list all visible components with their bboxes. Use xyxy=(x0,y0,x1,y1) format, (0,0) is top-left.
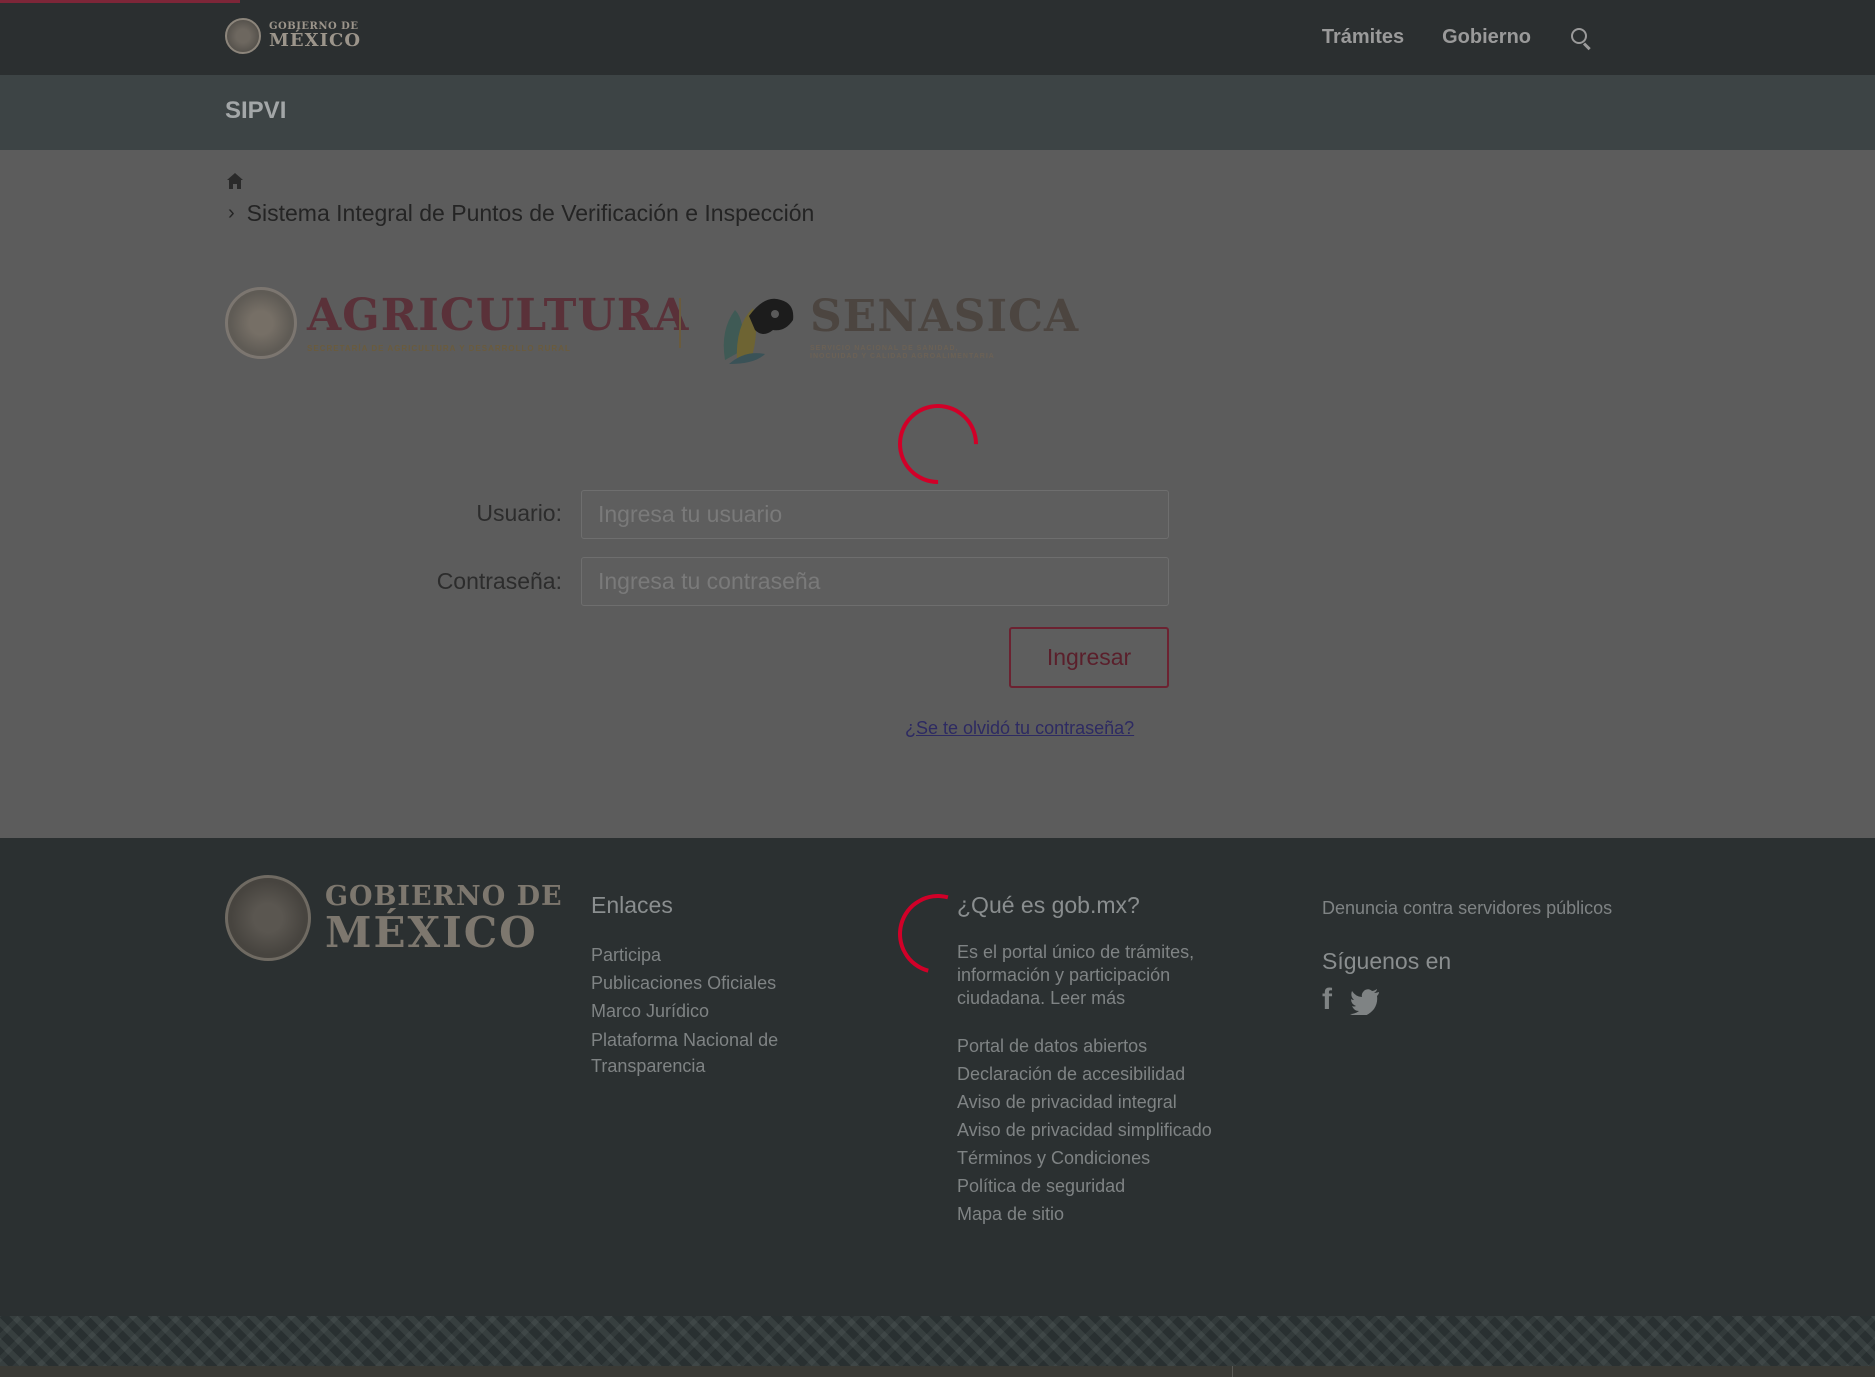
forgot-password-link[interactable]: ¿Se te olvidó tu contraseña? xyxy=(905,718,1134,739)
footer-link-mapa-sitio[interactable]: Mapa de sitio xyxy=(957,1200,1247,1228)
chevron-right-icon: › xyxy=(228,202,235,224)
social-links xyxy=(1322,983,1612,1017)
home-icon[interactable] xyxy=(226,172,244,190)
logo-divider xyxy=(679,298,681,348)
footer-pattern xyxy=(0,1316,1875,1366)
siguenos-heading: Síguenos en xyxy=(1322,948,1452,974)
logo-line-2: MÉXICO xyxy=(269,30,362,51)
site-subheader: SIPVI xyxy=(0,75,1875,150)
senasica-emblem-icon xyxy=(723,298,794,364)
enlaces-heading: Enlaces xyxy=(591,892,673,918)
footer-bottom-strip xyxy=(0,1366,1875,1377)
main-nav: Trámites Gobierno xyxy=(1322,0,1593,75)
footer-link-seguridad[interactable]: Política de seguridad xyxy=(957,1172,1247,1200)
footer-link-accesibilidad[interactable]: Declaración de accesibilidad xyxy=(957,1060,1247,1088)
breadcrumb: › Sistema Integral de Puntos de Verifica… xyxy=(228,200,814,227)
footer-link-marco-juridico[interactable]: Marco Jurídico xyxy=(591,997,811,1025)
que-es-text: Es el portal único de trámites, informac… xyxy=(957,942,1195,1008)
senasica-subtitle-1: SERVICIO NACIONAL DE SANIDAD, xyxy=(810,344,959,352)
footer-link-denuncia[interactable]: Denuncia contra servidores públicos xyxy=(1322,894,1612,922)
site-title[interactable]: SIPVI xyxy=(225,97,286,125)
nav-tramites[interactable]: Trámites xyxy=(1322,26,1404,49)
password-input[interactable] xyxy=(581,557,1169,606)
senasica-subtitle-2: INOCUIDAD Y CALIDAD AGROALIMENTARIA xyxy=(810,353,995,360)
twitter-icon[interactable] xyxy=(1350,989,1380,1015)
footer-link-terminos[interactable]: Términos y Condiciones xyxy=(957,1144,1247,1172)
footer-link-datos-abiertos[interactable]: Portal de datos abiertos xyxy=(957,1032,1247,1060)
agricultura-title: AGRICULTURA xyxy=(307,289,690,341)
nav-gobierno[interactable]: Gobierno xyxy=(1442,26,1531,49)
footer-logo-line-1: GOBIERNO DE xyxy=(325,880,563,912)
strip-divider xyxy=(1232,1366,1233,1377)
loading-spinner xyxy=(881,387,995,501)
gobierno-logo[interactable]: GOBIERNO DE MÉXICO xyxy=(225,18,361,54)
loading-progress-bar xyxy=(0,0,240,3)
footer-link-transparencia[interactable]: Plataforma Nacional de Transparencia xyxy=(591,1027,811,1079)
footer-enlaces-column: Enlaces Participa Publicaciones Oficiale… xyxy=(591,892,811,1079)
user-label: Usuario: xyxy=(476,500,562,526)
password-label: Contraseña: xyxy=(436,568,562,594)
footer-link-privacidad-simplificado[interactable]: Aviso de privacidad simplificado xyxy=(957,1116,1247,1144)
agricultura-logo: AGRICULTURA SECRETARÍA DE AGRICULTURA Y … xyxy=(225,287,689,359)
footer-social-column: Denuncia contra servidores públicos Sígu… xyxy=(1322,894,1612,1017)
search-icon[interactable] xyxy=(1569,26,1593,50)
breadcrumb-current: Sistema Integral de Puntos de Verificaci… xyxy=(246,200,815,226)
footer-que-es-column: ¿Qué es gob.mx? Es el portal único de tr… xyxy=(957,892,1247,1228)
senasica-logo: SENASICA SERVICIO NACIONAL DE SANIDAD, I… xyxy=(715,290,1079,366)
top-navbar: GOBIERNO DE MÉXICO Trámites Gobierno xyxy=(0,0,1875,75)
agricultura-subtitle: SECRETARÍA DE AGRICULTURA Y DESARROLLO R… xyxy=(307,343,571,353)
mexico-seal-icon xyxy=(225,875,311,961)
user-input[interactable] xyxy=(581,490,1169,539)
footer-link-privacidad-integral[interactable]: Aviso de privacidad integral xyxy=(957,1088,1247,1116)
submit-button[interactable]: Ingresar xyxy=(1009,627,1169,688)
mexico-seal-icon xyxy=(225,18,261,54)
que-es-heading: ¿Qué es gob.mx? xyxy=(957,892,1140,918)
footer-gobierno-logo[interactable]: GOBIERNO DE MÉXICO xyxy=(225,875,563,961)
senasica-title: SENASICA xyxy=(810,290,1080,342)
facebook-icon[interactable] xyxy=(1322,983,1336,1017)
footer-link-publicaciones[interactable]: Publicaciones Oficiales xyxy=(591,969,811,997)
footer-logo-line-2: MÉXICO xyxy=(325,907,538,957)
footer-link-participa[interactable]: Participa xyxy=(591,941,811,969)
mexico-seal-icon xyxy=(225,287,297,359)
